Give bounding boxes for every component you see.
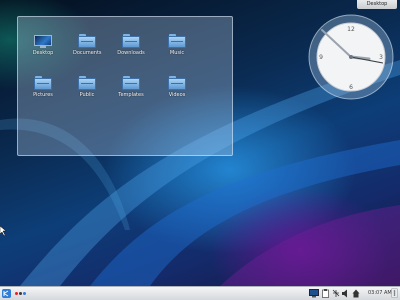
item-label: Music (169, 50, 185, 56)
desktop-item-music[interactable]: Music (163, 34, 191, 56)
item-label: Downloads (117, 50, 145, 56)
clock-numeral-3: 3 (379, 54, 383, 61)
panel-toolbox-icon[interactable] (391, 288, 398, 298)
clock-numeral-6: 6 (349, 84, 353, 91)
folder-view-widget[interactable]: Desktop Documents Downloads Music Pictur… (17, 16, 233, 156)
folder-icon (34, 76, 52, 90)
item-label: Templates (118, 92, 144, 98)
folder-icon (78, 34, 96, 48)
volume-icon[interactable] (342, 289, 350, 298)
desktop-item-templates[interactable]: Templates (117, 76, 145, 98)
activity-dot-blue (23, 292, 26, 295)
desktop-item-public[interactable]: Public (73, 76, 101, 98)
folder-icon (168, 34, 186, 48)
activity-switcher[interactable] (15, 291, 27, 295)
panel-clock[interactable]: 03:07 AM (368, 289, 392, 298)
desktop-icon (34, 34, 52, 48)
clock-numeral-9: 9 (319, 54, 323, 61)
activity-dot-dark (19, 292, 22, 295)
notifications-icon[interactable] (352, 289, 360, 298)
desktop-toolbox-label: Desktop (366, 1, 388, 7)
folder-icon (78, 76, 96, 90)
network-icon[interactable] (332, 289, 340, 298)
activity-dot-red (15, 292, 18, 295)
desktop-item-downloads[interactable]: Downloads (117, 34, 145, 56)
desktop-item-pictures[interactable]: Pictures (29, 76, 57, 98)
desktop-item-documents[interactable]: Documents (73, 34, 102, 56)
taskbar-panel: 03:07 AM (0, 286, 400, 300)
desktop-item-videos[interactable]: Videos (163, 76, 191, 98)
clipboard-icon[interactable] (322, 289, 329, 298)
folder-icon (122, 34, 140, 48)
item-label: Public (79, 92, 95, 98)
analog-clock-widget[interactable]: 12 3 6 9 (308, 14, 394, 100)
item-label: Desktop (32, 50, 54, 56)
desktop-item-desktop[interactable]: Desktop (29, 34, 57, 56)
kde-launcher-icon[interactable] (2, 289, 11, 298)
desktop-toolbox-button[interactable]: Desktop (357, 0, 397, 9)
item-label: Documents (73, 50, 102, 56)
item-label: Videos (168, 92, 186, 98)
display-icon[interactable] (309, 289, 319, 298)
folder-icon (168, 76, 186, 90)
folder-icon (122, 76, 140, 90)
item-label: Pictures (33, 92, 53, 98)
clock-numeral-12: 12 (347, 26, 355, 33)
mouse-cursor-icon (0, 226, 6, 236)
